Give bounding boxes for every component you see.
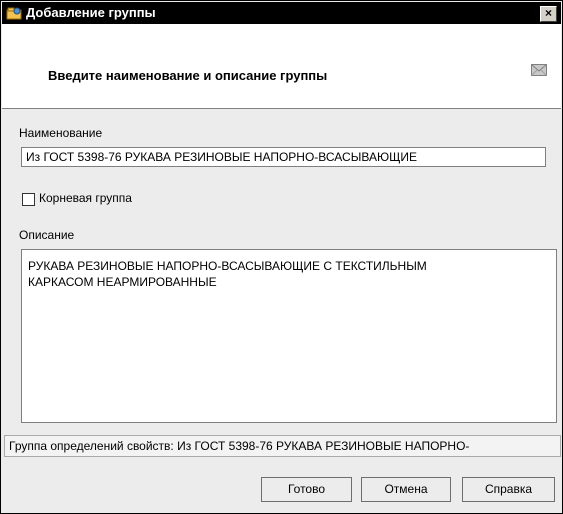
help-button[interactable]: Справка <box>462 477 555 502</box>
status-text: Группа определений свойств: Из ГОСТ 5398… <box>9 439 470 453</box>
cancel-button[interactable]: Отмена <box>361 477 451 502</box>
header-instruction: Введите наименование и описание группы <box>48 68 328 83</box>
name-label: Наименование <box>19 126 103 140</box>
title-bar[interactable]: Добавление группы × <box>2 2 561 24</box>
close-button[interactable]: × <box>540 6 557 22</box>
dialog-window: Добавление группы × Введите наименование… <box>0 0 563 514</box>
description-label: Описание <box>19 228 75 242</box>
description-field[interactable]: РУКАВА РЕЗИНОВЫЕ НАПОРНО-ВСАСЫВАЮЩИЕ С Т… <box>21 249 557 423</box>
window-title: Добавление группы <box>26 5 156 20</box>
close-icon: × <box>544 6 552 20</box>
dialog-header: Введите наименование и описание группы <box>2 24 561 109</box>
root-group-label[interactable]: Корневая группа <box>39 191 132 205</box>
group-icon <box>6 7 22 20</box>
name-field[interactable]: Из ГОСТ 5398-76 РУКАВА РЕЗИНОВЫЕ НАПОРНО… <box>21 147 546 167</box>
status-bar: Группа определений свойств: Из ГОСТ 5398… <box>4 435 561 457</box>
envelope-icon <box>531 64 547 76</box>
root-group-checkbox[interactable] <box>22 193 35 206</box>
ok-button[interactable]: Готово <box>261 477 352 502</box>
